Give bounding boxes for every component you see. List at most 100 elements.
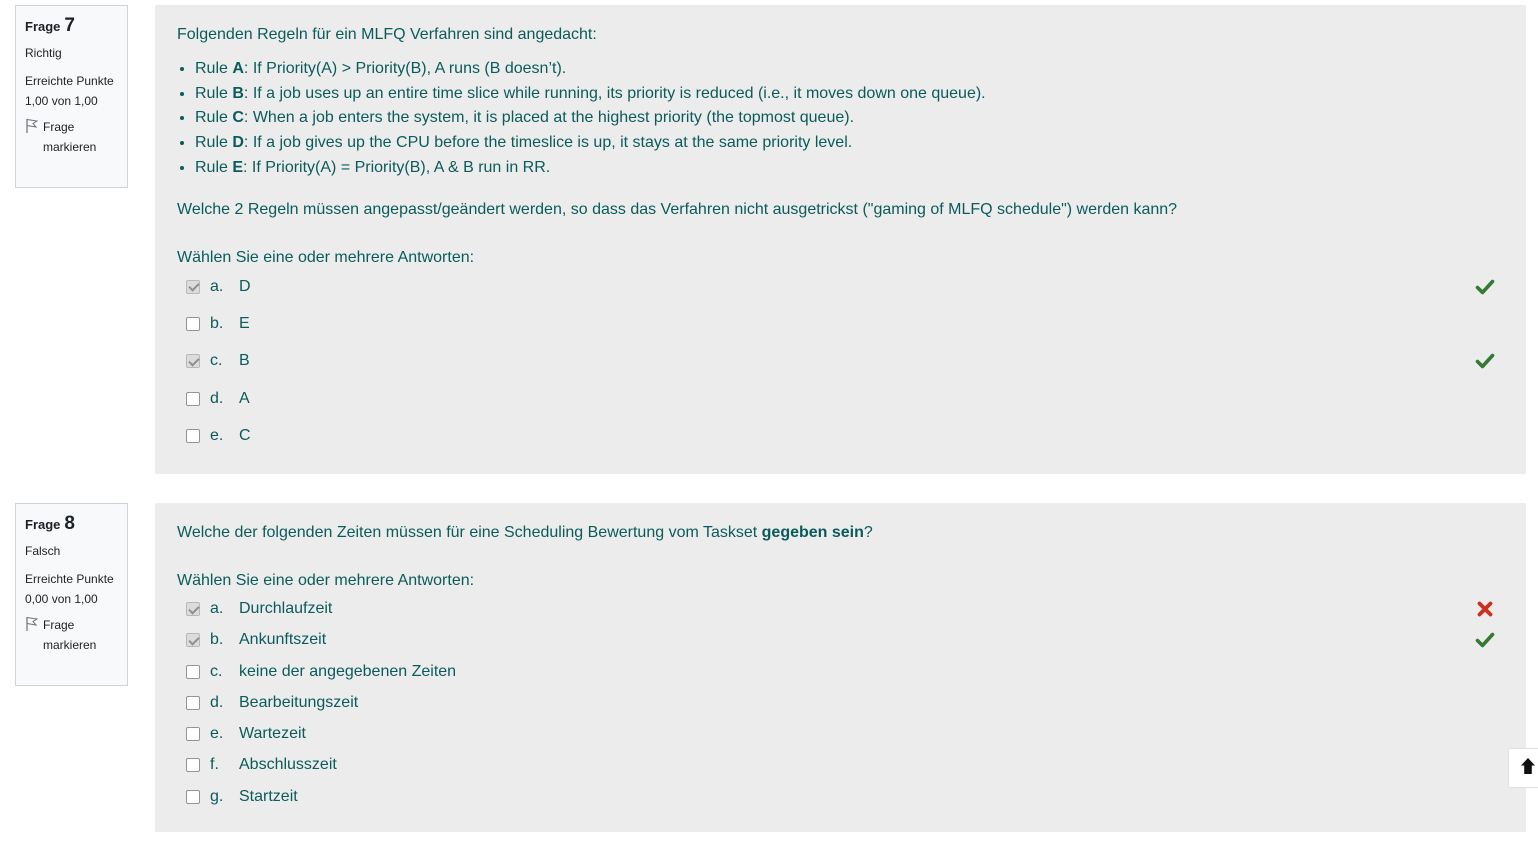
answer-label: B xyxy=(239,352,250,370)
rules-list: Rule A: If Priority(A) > Priority(B), A … xyxy=(177,57,1504,181)
answer-option[interactable]: b. Ankunftszeit xyxy=(177,628,1504,652)
rule-prefix: Rule xyxy=(195,60,233,77)
answer-letter: e. xyxy=(210,427,224,445)
question-7: Frage 7 Richtig Erreichte Punkte 1,00 vo… xyxy=(0,0,1538,480)
rule-text: : If Priority(A) = Priority(B), A & B ru… xyxy=(243,158,551,176)
flag-question-button[interactable]: Frage markieren xyxy=(25,117,118,157)
question-prompt: Welche 2 Regeln müssen angepasst/geänder… xyxy=(177,200,1178,218)
answer-checkbox[interactable] xyxy=(186,664,200,679)
question-text-part: ? xyxy=(863,524,873,541)
answer-prompt: Wählen Sie eine oder mehrere Antworten: xyxy=(177,572,475,589)
answer-option[interactable]: a. Durchlaufzeit xyxy=(177,597,1504,621)
answer-label: E xyxy=(239,314,250,332)
correct-icon xyxy=(1475,351,1495,371)
answer-label: C xyxy=(239,427,251,445)
answer-checkbox[interactable] xyxy=(186,391,200,406)
answer-option[interactable]: c. keine der angegebenen Zeiten xyxy=(177,660,1504,684)
arrow-up-icon xyxy=(1519,756,1537,781)
rule-item: Rule A: If Priority(A) > Priority(B), A … xyxy=(195,57,1504,82)
answer-letter: c. xyxy=(210,352,223,370)
rule-name: D xyxy=(232,134,244,152)
answer-checkbox[interactable] xyxy=(186,602,200,616)
answer-label: Ankunftszeit xyxy=(239,631,327,649)
answer-letter: c. xyxy=(210,662,223,680)
question-info: Frage 7 Richtig Erreichte Punkte 1,00 vo… xyxy=(15,5,128,188)
answer-label: Wartezeit xyxy=(239,725,306,743)
rule-text: : If Priority(A) > Priority(B), A runs (… xyxy=(243,60,567,77)
scroll-to-top-button[interactable] xyxy=(1508,748,1538,788)
answer-letter: g. xyxy=(210,787,224,805)
answer-label: A xyxy=(239,389,250,407)
answer-option[interactable]: f. Abschlusszeit xyxy=(177,753,1504,777)
flag-icon xyxy=(25,118,39,136)
rule-item: Rule D: If a job gives up the CPU before… xyxy=(195,131,1504,156)
question-text-bold: gegeben sein xyxy=(761,524,864,541)
answer-checkbox[interactable] xyxy=(186,695,200,710)
answer-checkbox[interactable] xyxy=(186,354,200,369)
answer-option[interactable]: a. D xyxy=(177,275,1504,299)
answer-label: Startzeit xyxy=(239,787,298,805)
flag-question-button[interactable]: Frage markieren xyxy=(25,615,118,655)
rule-prefix: Rule xyxy=(195,84,233,102)
answer-checkbox[interactable] xyxy=(186,316,200,331)
answer-option[interactable]: c. B xyxy=(177,349,1504,373)
question-grade: Erreichte Punkte 1,00 von 1,00 xyxy=(25,74,114,108)
answer-checkbox[interactable] xyxy=(186,429,200,444)
question-prompt: Welche der folgenden Zeiten müssen für e… xyxy=(177,521,1504,545)
answer-list: a. Durchlaufzeit b. Ankunftszeit c. keine der… xyxy=(177,597,1504,809)
rule-name: E xyxy=(232,158,244,176)
question-label: Frage xyxy=(25,517,61,532)
question-number: 7 xyxy=(64,15,75,36)
rule-prefix: Rule xyxy=(195,109,233,127)
answer-letter: e. xyxy=(210,725,224,743)
answer-label: Durchlaufzeit xyxy=(239,600,333,617)
question-text-part: Welche der folgenden Zeiten müssen für e… xyxy=(177,524,762,541)
rule-text: : If a job gives up the CPU before the t… xyxy=(243,134,853,152)
question-text: Welche der folgenden Zeiten müssen für e… xyxy=(177,521,1504,545)
rule-item: Rule E: If Priority(A) = Priority(B), A … xyxy=(195,156,1504,181)
answer-letter: a. xyxy=(210,277,224,295)
answer-option[interactable]: g. Startzeit xyxy=(177,785,1504,809)
answer-checkbox[interactable] xyxy=(186,727,200,742)
rule-item: Rule B: If a job uses up an entire time … xyxy=(195,82,1504,107)
rule-prefix: Rule xyxy=(195,134,233,152)
answer-option[interactable]: d. Bearbeitungszeit xyxy=(177,691,1504,715)
rule-text: : When a job enters the system, it is pl… xyxy=(243,109,855,127)
answer-letter: d. xyxy=(210,389,224,407)
question-grade: Erreichte Punkte 0,00 von 1,00 xyxy=(25,572,114,606)
answer-checkbox[interactable] xyxy=(186,789,200,804)
flag-icon xyxy=(25,616,39,634)
answer-letter: d. xyxy=(210,693,224,711)
correct-icon xyxy=(1475,630,1495,650)
answer-label: Bearbeitungszeit xyxy=(239,693,359,711)
answer-letter: b. xyxy=(210,314,224,332)
question-content: Folgenden Regeln für ein MLFQ Verfahren … xyxy=(155,5,1526,474)
answer-option[interactable]: b. E xyxy=(177,312,1504,336)
correct-icon xyxy=(1475,277,1495,297)
question-state: Richtig xyxy=(25,46,62,60)
answer-letter: b. xyxy=(210,631,224,649)
question-text: Folgenden Regeln für ein MLFQ Verfahren … xyxy=(177,23,1504,222)
question-state: Falsch xyxy=(25,544,61,558)
answer-option[interactable]: e. Wartezeit xyxy=(177,722,1504,746)
rule-name: A xyxy=(232,60,244,77)
answer-checkbox[interactable] xyxy=(186,633,200,648)
answer-label: Abschlusszeit xyxy=(239,756,337,774)
rule-prefix: Rule xyxy=(195,158,233,176)
answer-prompt: Wählen Sie eine oder mehrere Antworten: xyxy=(177,248,475,266)
answer-letter: a. xyxy=(210,600,224,617)
answer-label: D xyxy=(239,277,251,295)
rule-item: Rule C: When a job enters the system, it… xyxy=(195,106,1504,131)
answer-checkbox[interactable] xyxy=(186,279,200,294)
rule-name: B xyxy=(232,84,244,102)
flag-label: Frage markieren xyxy=(43,618,97,652)
question-8: Frage 8 Falsch Erreichte Punkte 0,00 von… xyxy=(0,498,1538,842)
answer-list: a. Db. Ec. Bd. Ae. C xyxy=(177,275,1504,449)
question-content: Welche der folgenden Zeiten müssen für e… xyxy=(155,503,1526,832)
answer-option[interactable]: d. A xyxy=(177,387,1504,411)
answer-checkbox[interactable] xyxy=(186,758,200,773)
question-number: 8 xyxy=(64,513,75,534)
answer-option[interactable]: e. C xyxy=(177,424,1504,448)
rule-name: C xyxy=(232,109,244,127)
incorrect-icon xyxy=(1475,599,1495,619)
